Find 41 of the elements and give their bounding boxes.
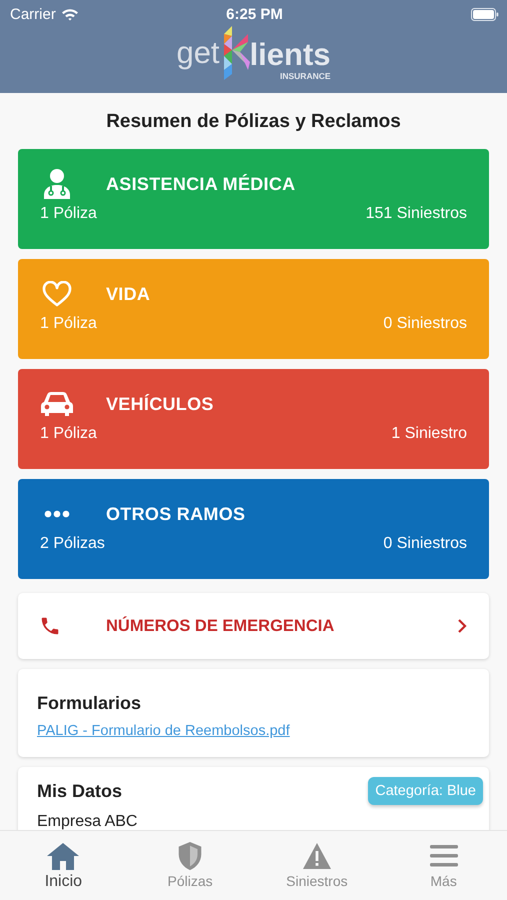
- shield-icon: [176, 841, 204, 871]
- tab[interactable]: Inicio: [13, 841, 114, 891]
- tab[interactable]: Más: [394, 841, 494, 889]
- status-time: 6:25 PM: [226, 6, 283, 22]
- category-name: VIDA: [105, 284, 150, 304]
- policy-count: 1 Póliza: [40, 205, 97, 223]
- logo-k-icon: [224, 26, 250, 80]
- claim-count: 0 Siniestros: [383, 315, 467, 333]
- insurance-card[interactable]: VIDA 1 Póliza 0 Siniestros: [18, 259, 489, 359]
- tab[interactable]: Siniestros: [266, 841, 367, 889]
- policy-count: 1 Póliza: [40, 425, 97, 443]
- policy-count: 1 Póliza: [40, 315, 97, 333]
- claim-count: 151 Siniestros: [366, 205, 467, 223]
- carrier-label: Carrier: [10, 6, 56, 22]
- company-name: Empresa ABC: [37, 813, 138, 830]
- policy-count: 2 Pólizas: [40, 535, 105, 553]
- logo-subtitle: INSURANCE: [280, 72, 331, 80]
- wifi-icon: [60, 8, 79, 20]
- chevron-right-icon: [457, 618, 467, 634]
- battery-icon: [470, 8, 499, 20]
- home-icon: [46, 841, 80, 871]
- category-name: VEHÍCULOS: [105, 394, 214, 414]
- logo-text: lients: [250, 38, 331, 70]
- warning-icon: [302, 841, 332, 871]
- logo-text: get: [176, 37, 220, 68]
- category-badge: Categoría: Blue: [368, 777, 483, 805]
- category-name: OTROS RAMOS: [105, 504, 246, 524]
- category-name: ASISTENCIA MÉDICA: [105, 174, 296, 194]
- car-icon: [40, 391, 74, 417]
- claim-count: 0 Siniestros: [383, 535, 467, 553]
- section-title: Mis Datos: [37, 780, 122, 802]
- document-link[interactable]: PALIG - Formulario de Reembolsos.pdf: [37, 723, 290, 739]
- tab[interactable]: Pólizas: [140, 841, 240, 889]
- insurance-card[interactable]: OTROS RAMOS 2 Pólizas 0 Siniestros: [18, 479, 489, 579]
- claim-count: 1 Siniestro: [391, 425, 467, 443]
- emergency-numbers-row[interactable]: NÚMEROS DE EMERGENCIA: [18, 593, 489, 659]
- insurance-card[interactable]: ASISTENCIA MÉDICA 1 Póliza 151 Siniestros: [18, 149, 489, 249]
- section-title: Formularios: [37, 693, 142, 714]
- page-title: Resumen de Pólizas y Reclamos: [105, 111, 402, 133]
- insurance-card[interactable]: VEHÍCULOS 1 Póliza 1 Siniestro: [18, 369, 489, 469]
- heart-icon: [40, 281, 74, 307]
